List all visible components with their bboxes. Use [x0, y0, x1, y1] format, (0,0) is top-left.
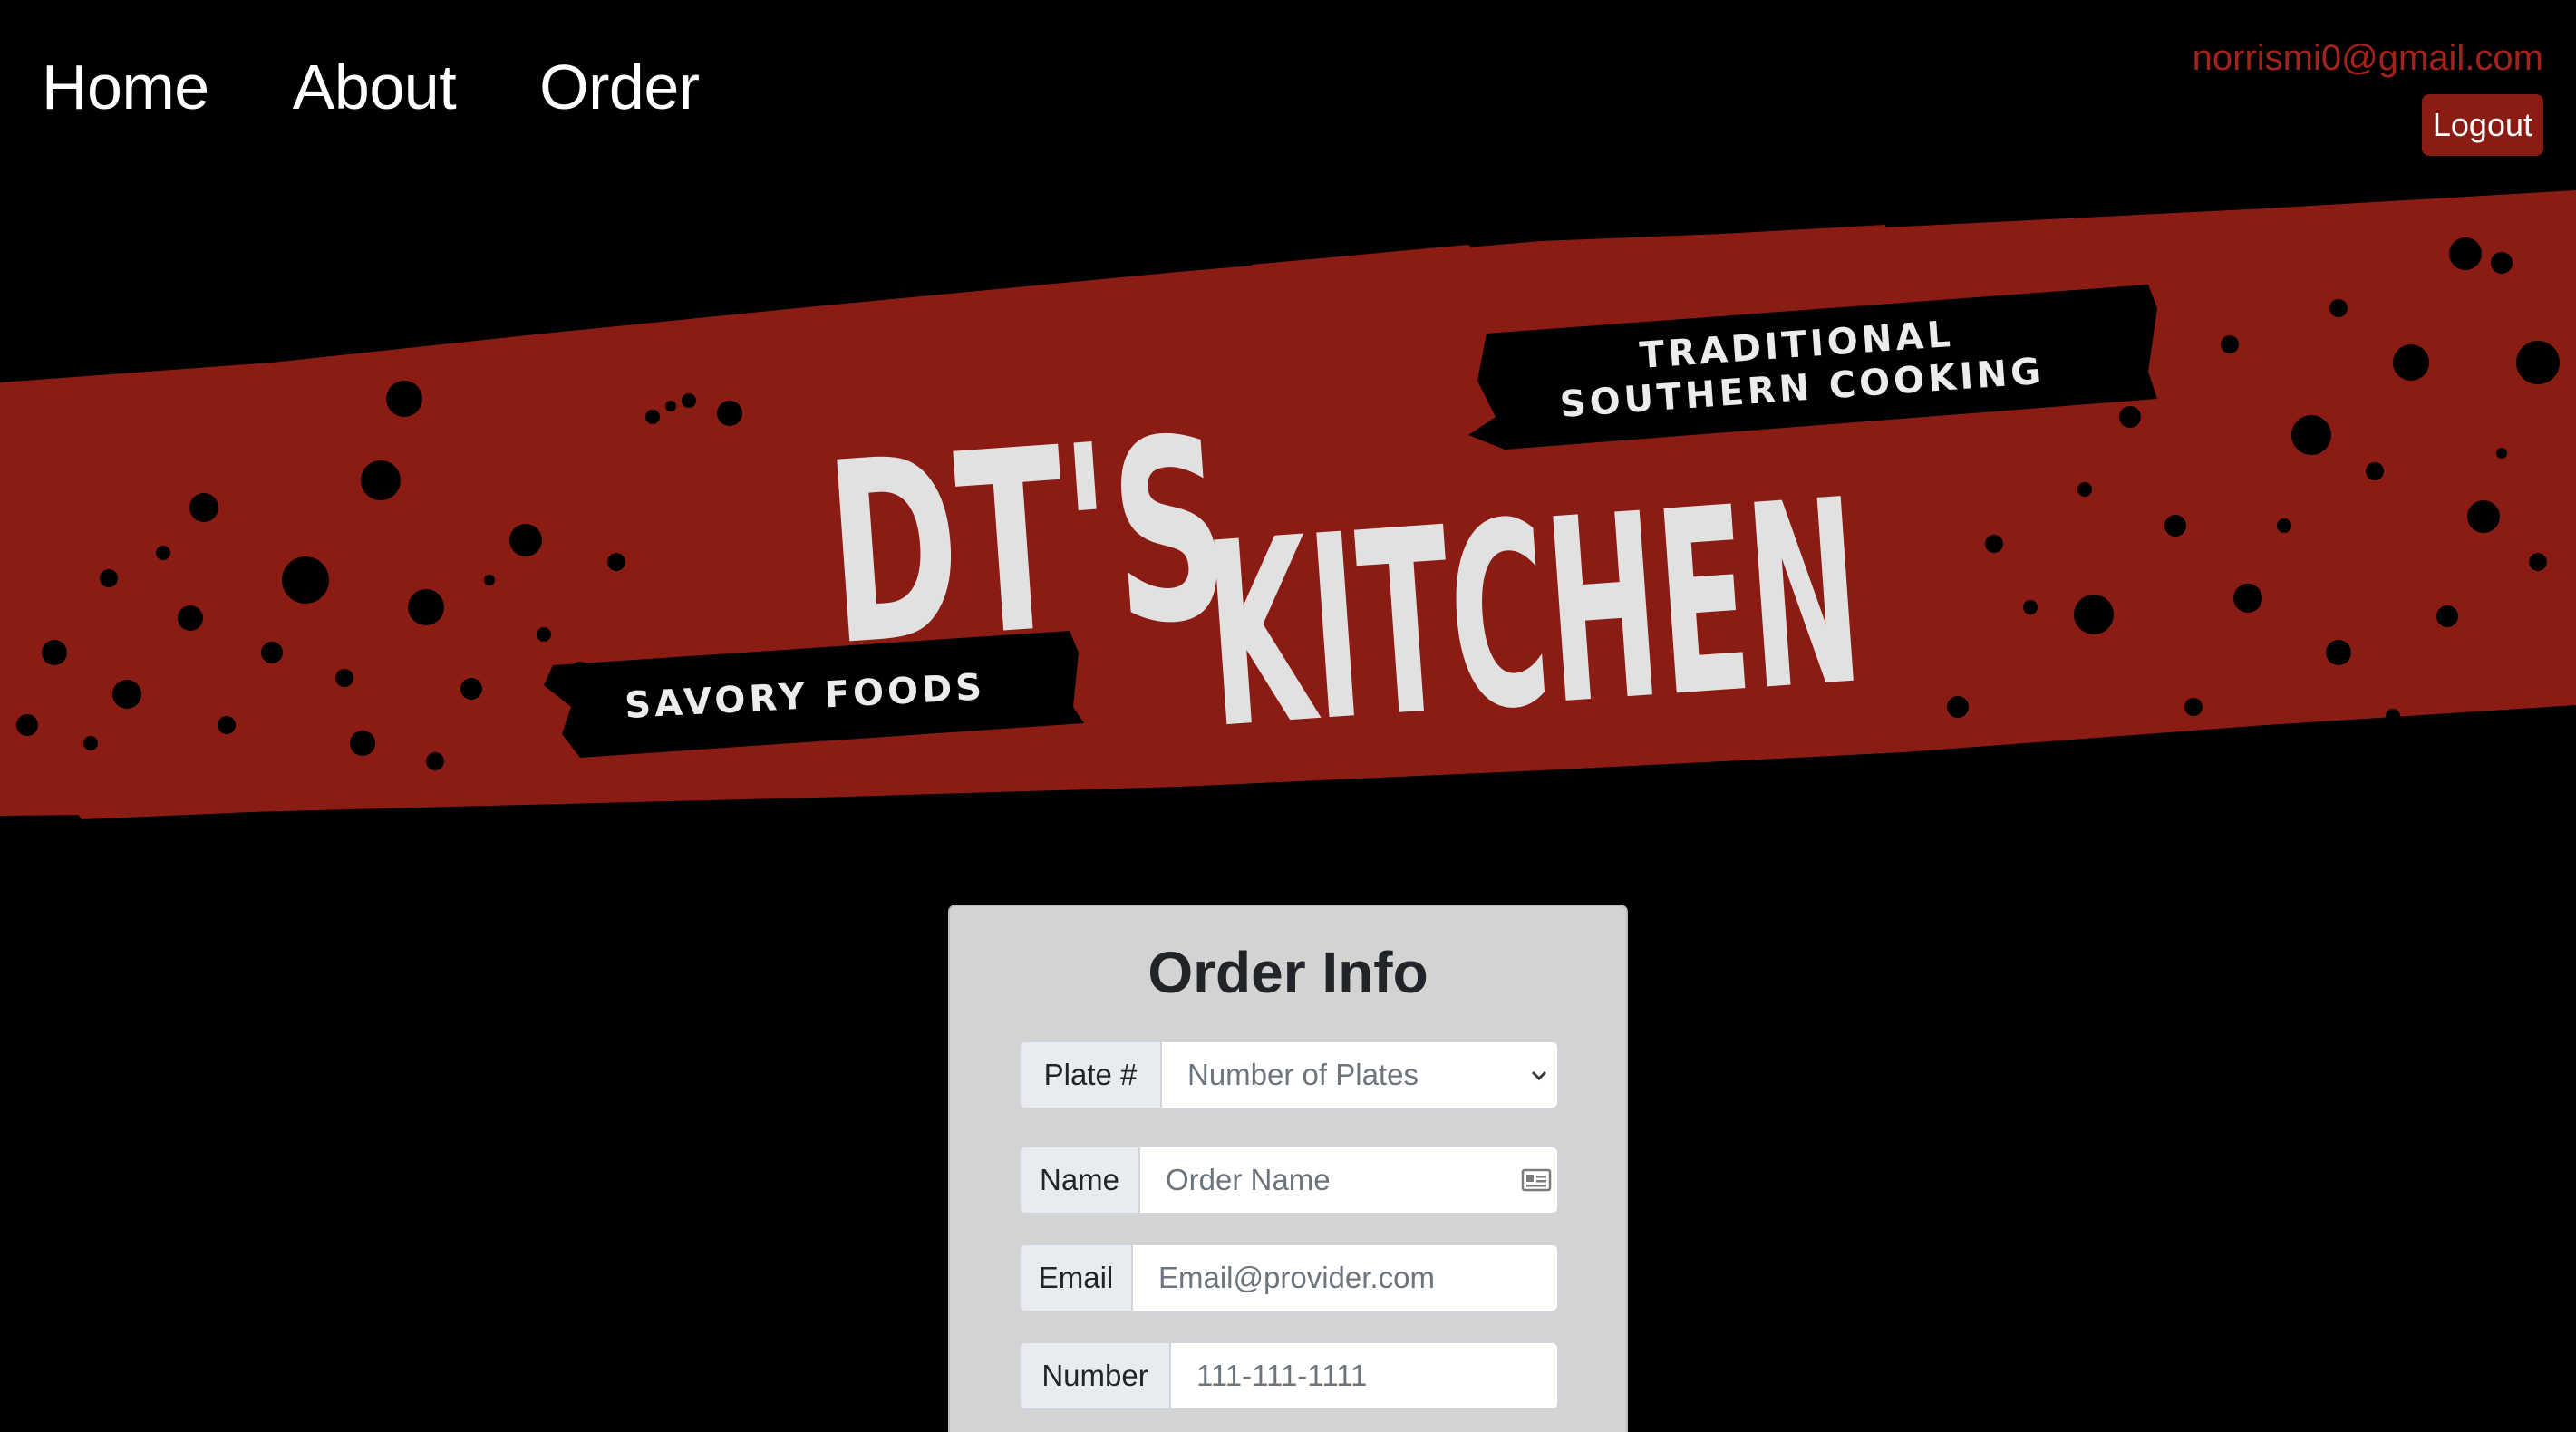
chevron-down-icon — [1531, 1070, 1547, 1081]
plate-select[interactable]: Number of Plates — [1162, 1042, 1557, 1108]
order-info-title: Order Info — [1148, 940, 1428, 1005]
number-input-group: Number — [1019, 1341, 1559, 1410]
email-label: Email — [1021, 1245, 1133, 1311]
number-input[interactable] — [1196, 1359, 1557, 1393]
banner-title-line1: DT'S — [819, 383, 1236, 701]
banner-graphic: DT'S KITCHEN TRADITIONAL SOUTHERN COOKIN… — [0, 190, 2576, 819]
page: Home About Order norrismi0@gmail.com Log… — [0, 0, 2576, 1432]
contact-card-icon — [1521, 1168, 1552, 1192]
name-label: Name — [1021, 1147, 1140, 1213]
email-field-wrap — [1133, 1245, 1557, 1311]
plate-select-value: Number of Plates — [1187, 1058, 1419, 1091]
user-email: norrismi0@gmail.com — [2192, 38, 2543, 78]
nav-order-link[interactable]: Order — [539, 51, 700, 123]
name-field-wrap — [1140, 1147, 1557, 1213]
user-box: norrismi0@gmail.com Logout — [2193, 33, 2543, 156]
email-input-group: Email — [1019, 1243, 1559, 1312]
hero-banner: DT'S KITCHEN TRADITIONAL SOUTHERN COOKIN… — [0, 181, 2576, 834]
nav-home-link[interactable]: Home — [42, 51, 209, 123]
email-input[interactable] — [1158, 1261, 1557, 1295]
banner-title-line2: KITCHEN — [1198, 445, 1870, 785]
logout-button[interactable]: Logout — [2421, 94, 2543, 156]
order-info-card: Order Info Plate # Number of Plates Name — [948, 905, 1628, 1432]
plate-label: Plate # — [1021, 1042, 1162, 1108]
main-nav: Home About Order — [42, 51, 700, 123]
nav-about-link[interactable]: About — [293, 51, 457, 123]
name-input[interactable] — [1166, 1163, 1557, 1197]
number-field-wrap — [1171, 1343, 1557, 1408]
plate-input-group: Plate # Number of Plates — [1019, 1040, 1559, 1109]
name-input-group: Name — [1019, 1146, 1559, 1214]
number-label: Number — [1021, 1343, 1171, 1408]
